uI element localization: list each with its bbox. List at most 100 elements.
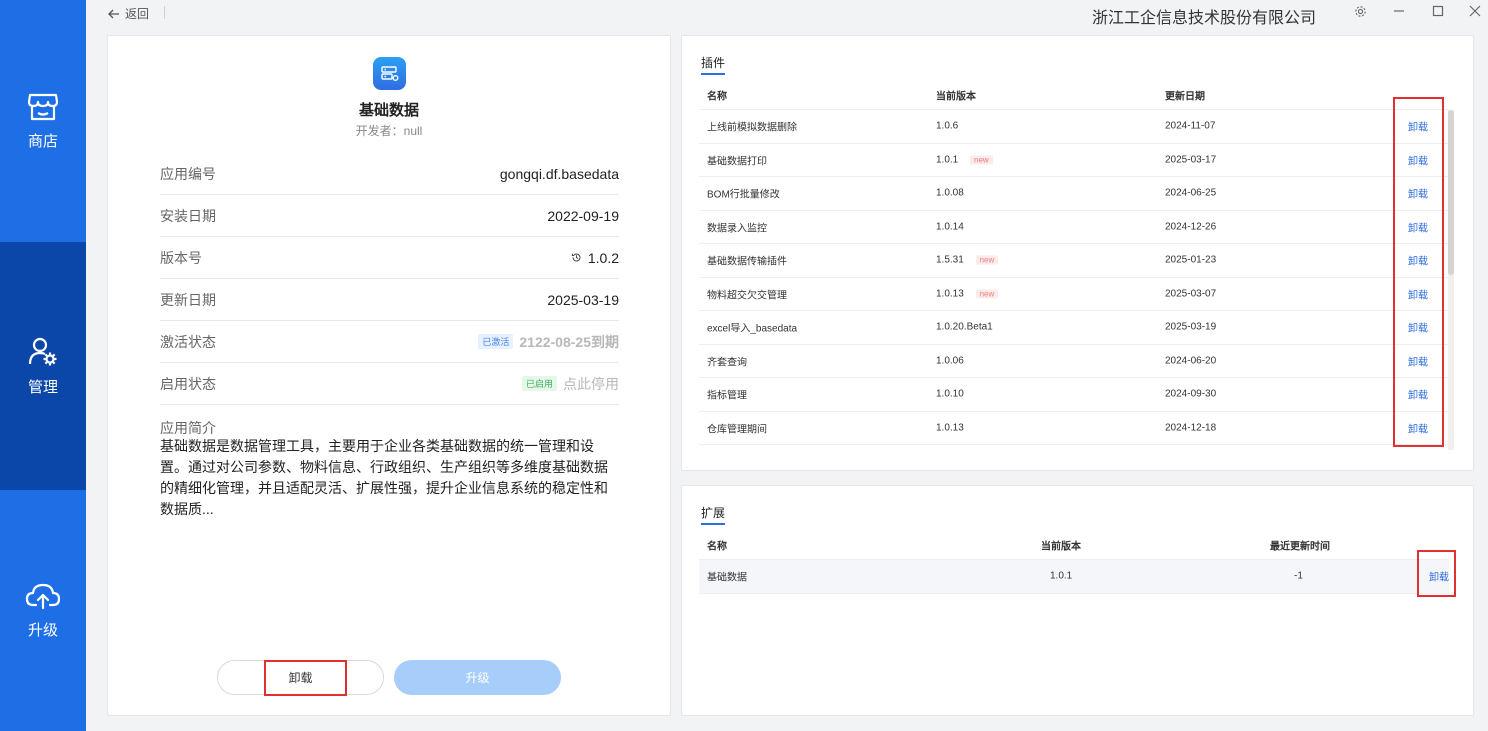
table-row: 基础数据 1.0.1 -1 卸载 [699,560,1449,594]
info-row-version: 版本号 1.0.2 [160,237,619,279]
uninstall-link[interactable]: 卸载 [1408,219,1428,234]
table-row: 仓库管理期间 1.0.13 2024-12-18 卸载 [699,412,1449,445]
upgrade-app-button[interactable]: 升级 [394,660,561,695]
app-detail-panel: 基础数据 开发者：null 应用编号 gongqi.df.basedata 安装… [107,35,671,716]
arrow-left-icon [108,9,119,18]
info-key: 更新日期 [160,291,216,308]
user-gear-icon [28,337,57,365]
settings-button[interactable] [1352,3,1368,19]
maximize-button[interactable] [1430,3,1446,19]
col-date: 最近更新时间 [1270,541,1330,552]
uninstall-link[interactable]: 卸载 [1408,119,1428,134]
extensions-panel: 扩展 名称 当前版本 最近更新时间 基础数据 1.0.1 -1 卸载 [681,485,1474,716]
col-version: 当前版本 [936,91,976,102]
info-value: gongqi.df.basedata [499,165,619,182]
ext-name: 基础数据 [707,572,747,584]
app-developer: 开发者：null [355,124,423,138]
nav-store[interactable]: 商店 [0,0,86,242]
history-icon[interactable] [571,252,582,263]
plugins-title: 插件 [701,54,726,75]
nav-store-label: 商店 [27,132,58,150]
new-badge: new [975,255,999,265]
plugin-version: 1.0.13 [936,288,964,300]
uninstall-link[interactable]: 卸载 [1408,253,1428,268]
uninstall-link[interactable]: 卸载 [1408,320,1428,335]
plugin-name: excel导入_basedata [707,323,798,335]
plugin-name: 基础数据打印 [707,156,767,168]
info-row-update-date: 更新日期 2025-03-19 [160,279,619,321]
plugin-date: 2025-01-23 [1165,254,1217,266]
nav-upgrade[interactable]: 升级 [0,490,86,731]
disable-link[interactable]: 点此停用 [563,374,619,394]
ext-version: 1.0.1 [1050,570,1073,582]
plugin-date: 2024-12-26 [1165,221,1217,233]
activated-badge: 已激活 [478,334,514,349]
plugin-name: 上线前模拟数据删除 [707,122,797,134]
plugin-date: 2024-06-20 [1165,355,1217,367]
plugin-version: 1.0.06 [936,355,964,367]
plugin-version: 1.5.31 [936,254,964,266]
close-button[interactable] [1467,3,1483,19]
plugin-date: 2024-12-18 [1165,422,1217,434]
uninstall-link[interactable]: 卸载 [1408,286,1428,301]
plugin-date: 2025-03-07 [1165,288,1217,300]
new-badge: new [970,155,993,165]
uninstall-link[interactable]: 卸载 [1429,569,1449,584]
plugins-scrollbar[interactable] [1448,110,1454,450]
table-row: 基础数据打印 1.0.1 new 2025-03-17 卸载 [699,144,1449,177]
plugin-date: 2024-11-07 [1165,120,1216,132]
info-row-activation: 激活状态 已激活 2122-08-25到期 [160,321,619,363]
description-label: 应用简介 [160,420,216,436]
table-row: 上线前模拟数据删除 1.0.6 2024-11-07 卸载 [699,110,1449,144]
table-row: 数据录入监控 1.0.14 2024-12-26 卸载 [699,211,1449,244]
col-name: 名称 [707,541,727,552]
uninstall-link[interactable]: 卸载 [1408,420,1428,435]
sidebar: 商店 管理 升级 [0,0,86,731]
info-value: 1.0.2 [587,249,619,266]
info-value-wrap: 1.0.2 [571,250,619,266]
plugin-name: BOM行批量修改 [707,189,780,201]
maximize-icon [1432,5,1444,17]
plugin-version: 1.0.08 [936,187,964,199]
minimize-button[interactable] [1391,3,1407,19]
plugin-name: 指标管理 [707,390,747,402]
plugins-table-header: 名称 当前版本 更新日期 [699,80,1449,110]
table-row: 基础数据传输插件 1.5.31 new 2025-01-23 卸载 [699,244,1449,278]
top-bar: 返回 浙江工企信息技术股份有限公司 [86,0,1488,27]
info-row-install-date: 安装日期 2022-09-19 [160,195,619,237]
nav-manage[interactable]: 管理 [0,242,86,490]
col-name: 名称 [707,91,727,102]
table-row: BOM行批量修改 1.0.08 2024-06-25 卸载 [699,177,1449,211]
plugin-date: 2024-09-30 [1165,388,1217,400]
app-name: 基础数据 [358,102,419,119]
plugin-name: 仓库管理期间 [707,424,767,436]
uninstall-link[interactable]: 卸载 [1408,387,1428,402]
info-value-wrap: 已激活 2122-08-25到期 [478,332,619,352]
description-text: 基础数据是数据管理工具，主要用于企业各类基础数据的统一管理和设置。通过对公司参数… [160,438,608,517]
info-key: 应用编号 [160,165,216,182]
info-key: 激活状态 [160,333,216,350]
gear-icon [1354,5,1366,17]
extensions-title: 扩展 [701,504,726,525]
close-icon [1469,5,1481,17]
uninstall-app-button[interactable]: 卸载 [217,660,384,695]
uninstall-link[interactable]: 卸载 [1408,186,1428,201]
plugins-panel: 插件 名称 当前版本 更新日期 上线前模拟数据删除 1.0.6 2024-11-07… [681,35,1474,471]
info-value: 2022-09-19 [547,207,619,224]
plugin-date: 2025-03-19 [1165,321,1217,333]
info-value-wrap: 已启用 点此停用 [521,374,619,394]
store-icon [27,93,59,120]
uninstall-link[interactable]: 卸载 [1408,152,1428,167]
info-key: 启用状态 [160,375,216,392]
info-value: 2025-03-19 [547,291,619,308]
scroll-thumb[interactable] [1448,110,1454,275]
back-button[interactable]: 返回 [108,5,149,22]
ext-date: -1 [1294,570,1303,582]
info-row-app-id: 应用编号 gongqi.df.basedata [160,153,619,195]
plugin-name: 基础数据传输插件 [707,256,787,268]
divider [164,6,165,19]
extensions-table-header: 名称 当前版本 最近更新时间 [699,530,1449,560]
uninstall-link[interactable]: 卸载 [1408,353,1428,368]
col-version: 当前版本 [1041,541,1081,552]
plugin-name: 数据录入监控 [707,223,767,235]
